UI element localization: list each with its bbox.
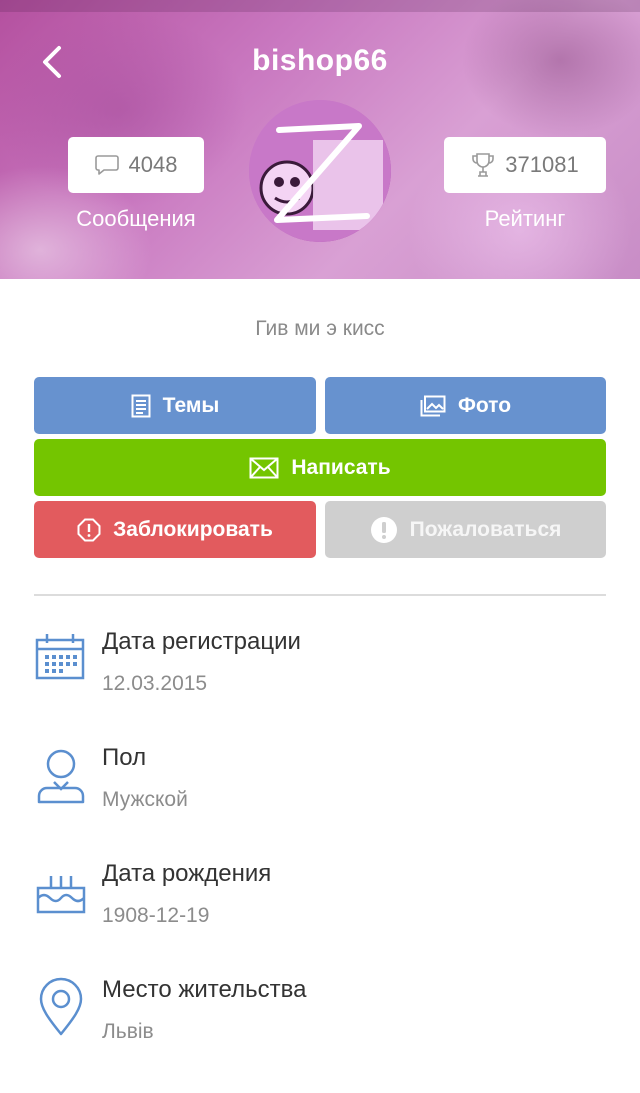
info-row-registration-date: Дата регистрации 12.03.2015 [34,628,606,718]
messages-label: Сообщения [76,206,196,231]
info-title: Дата рождения [102,860,272,887]
messages-count-box[interactable]: 4048 [68,137,204,193]
profile-header: bishop66 4048 Сообщения 371081 Рейтинг [0,0,640,279]
profile-status-text: Гив ми э кисс [255,317,385,340]
info-value: Львів [102,1020,154,1043]
section-divider [34,594,606,596]
report-user-button-label: Пожаловаться [409,517,562,541]
info-row-gender: Пол Мужской [34,744,606,834]
cake-icon [36,876,86,914]
messages-count: 4048 [128,152,178,177]
photo-button[interactable]: Фото [325,377,606,434]
info-value: Мужской [102,788,188,811]
image-icon [420,395,446,416]
topics-button[interactable]: Темы [34,377,316,434]
envelope-icon [249,457,279,478]
info-title: Место жительства [102,976,307,1003]
document-icon [131,394,151,417]
person-icon [37,749,85,804]
rating-value: 371081 [505,152,579,177]
info-title: Дата регистрации [102,628,301,655]
avatar[interactable] [249,100,391,242]
system-status-bar [0,0,640,12]
avatar-image [249,100,391,242]
info-row-location: Место жительства Львів [34,976,606,1066]
location-pin-icon [39,977,83,1036]
exclamation-circle-icon [370,516,397,543]
info-value: 1908-12-19 [102,904,210,927]
chat-bubble-icon [94,155,119,175]
trophy-icon [472,153,495,177]
block-octagon-icon [77,518,101,541]
info-row-birth-date: Дата рождения 1908-12-19 [34,860,606,950]
write-message-button-label: Написать [291,455,391,479]
block-user-button-label: Заблокировать [113,517,273,541]
rating-label: Рейтинг [484,206,566,231]
write-message-button[interactable]: Написать [34,439,606,496]
info-value: 12.03.2015 [102,672,208,695]
report-user-button[interactable]: Пожаловаться [325,501,606,558]
topics-button-label: Темы [162,393,220,417]
block-user-button[interactable]: Заблокировать [34,501,316,558]
info-title: Пол [102,744,147,771]
profile-username: bishop66 [252,44,388,77]
rating-box[interactable]: 371081 [444,137,606,193]
calendar-icon [35,634,85,680]
photo-button-label: Фото [457,393,512,417]
